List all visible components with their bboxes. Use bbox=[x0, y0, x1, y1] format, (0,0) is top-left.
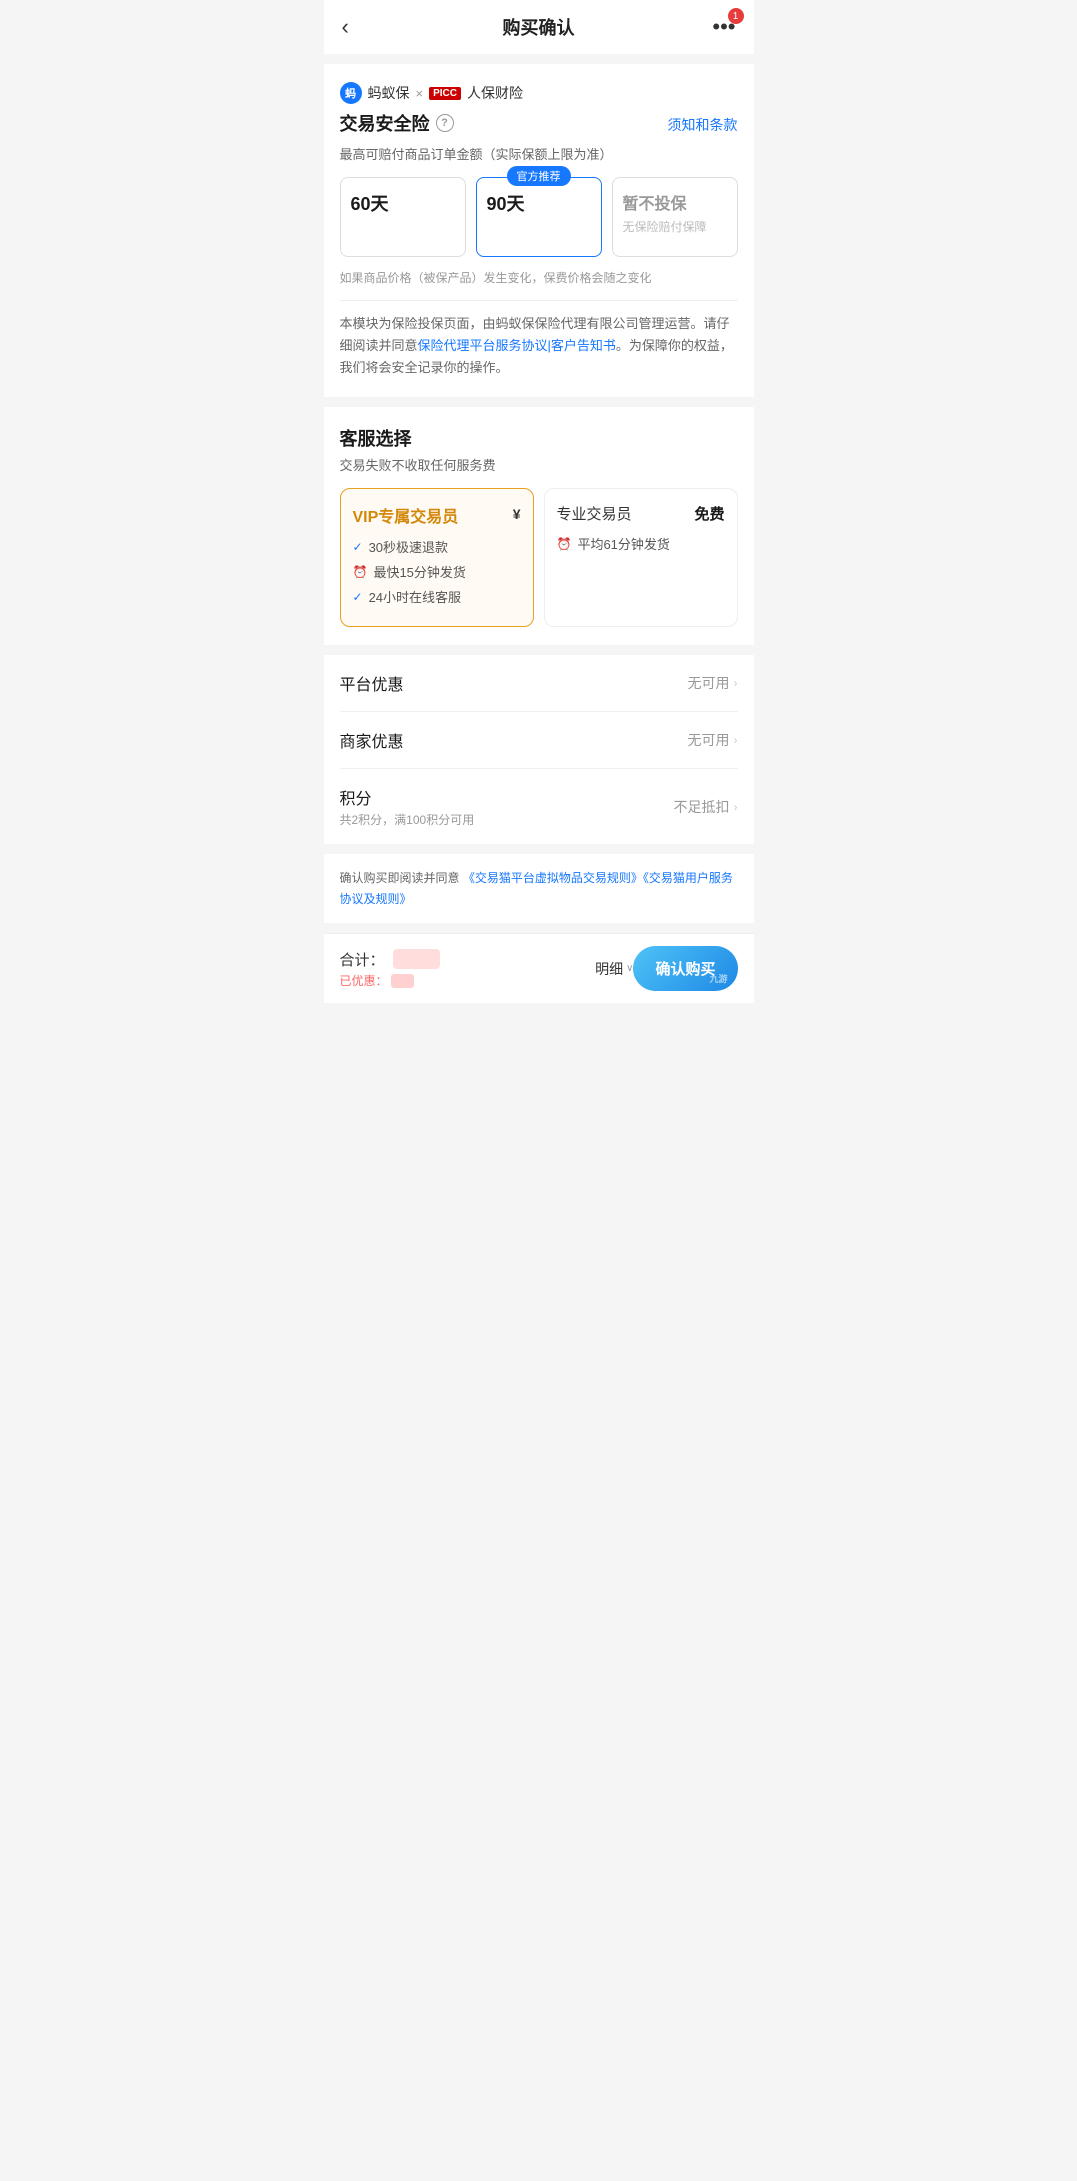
insurance-option-60[interactable]: 60天 bbox=[340, 177, 466, 257]
menu-button[interactable]: ••• 1 bbox=[712, 14, 735, 40]
question-icon[interactable]: ? bbox=[436, 114, 454, 132]
option-90-label: 90天 bbox=[487, 190, 591, 216]
picc-logo: PICC bbox=[429, 87, 461, 100]
points-label-group: 积分 共2积分，满100积分可用 bbox=[340, 785, 475, 828]
platform-discount-label: 平台优惠 bbox=[340, 671, 404, 695]
ant-logo: 蚂 bbox=[340, 82, 362, 104]
clock-icon-2: ⏰ bbox=[557, 537, 572, 551]
vip-feature-1: ✓ 30秒极速退款 bbox=[353, 537, 521, 556]
back-button[interactable]: ‹ bbox=[342, 14, 349, 40]
insurance-options: 60天 官方推荐 90天 暂不投保 无保险赔付保障 bbox=[340, 177, 738, 257]
confirm-purchase-button[interactable]: 确认购买 九游 bbox=[633, 946, 737, 991]
insurance-note: 如果商品价格（被保产品）发生变化，保费价格会随之变化 bbox=[340, 269, 738, 288]
cs-standard-card[interactable]: 专业交易员 免费 ⏰ 平均61分钟发货 bbox=[544, 488, 738, 627]
insurance-card: 蚂 蚂蚁保 × PICC 人保财险 交易安全险 ? 须知和条款 最高可赔付商品订… bbox=[324, 64, 754, 397]
platform-discount-value[interactable]: 无可用 › bbox=[688, 673, 738, 693]
cs-options: VIP专属交易员 ¥ ✓ 30秒极速退款 ⏰ 最快15分钟发货 ✓ 24小时在线… bbox=[340, 488, 738, 627]
cs-subtitle: 交易失败不收取任何服务费 bbox=[340, 455, 738, 474]
points-value[interactable]: 不足抵扣 › bbox=[674, 797, 738, 817]
vip-feature-2: ⏰ 最快15分钟发货 bbox=[353, 562, 521, 581]
terms-link-1[interactable]: 《交易猫平台虚拟物品交易规则》 bbox=[463, 871, 643, 885]
insurance-title-row: 交易安全险 ? 须知和条款 bbox=[340, 110, 738, 140]
partner-name: 人保财险 bbox=[467, 83, 523, 103]
footer-saving-row: 已优惠： bbox=[340, 972, 596, 989]
insurance-option-90[interactable]: 官方推荐 90天 bbox=[476, 177, 602, 257]
insurance-service-link[interactable]: 保险代理平台服务协议|客户告知书 bbox=[418, 338, 616, 353]
insurance-section-title: 交易安全险 ? bbox=[340, 110, 454, 136]
platform-discount-row: 平台优惠 无可用 › bbox=[340, 655, 738, 712]
check-icon-2: ✓ bbox=[353, 590, 363, 604]
standard-price-tag: 免费 bbox=[694, 503, 724, 524]
brand-separator: × bbox=[416, 86, 424, 101]
merchant-chevron-icon: › bbox=[734, 733, 738, 747]
points-chevron-icon: › bbox=[734, 800, 738, 814]
check-icon-1: ✓ bbox=[353, 540, 363, 554]
brand-name: 蚂蚁保 bbox=[368, 83, 410, 103]
insurance-desc: 本模块为保险投保页面，由蚂蚁保保险代理有限公司管理运营。请仔细阅读并同意保险代理… bbox=[340, 313, 738, 379]
vip-feature-3: ✓ 24小时在线客服 bbox=[353, 587, 521, 606]
terms-text: 确认购买即阅读并同意 《交易猫平台虚拟物品交易规则》《交易猫用户服务协议及规则》 bbox=[340, 868, 738, 909]
notification-badge: 1 bbox=[728, 8, 744, 24]
standard-feature-1: ⏰ 平均61分钟发货 bbox=[557, 534, 725, 553]
standard-label: 专业交易员 bbox=[557, 503, 632, 524]
total-extra bbox=[448, 952, 462, 967]
terms-link[interactable]: 须知和条款 bbox=[668, 115, 738, 135]
total-label: 合计： bbox=[340, 949, 385, 970]
cs-section-title: 客服选择 bbox=[340, 425, 738, 451]
cs-standard-header: 专业交易员 免费 bbox=[557, 503, 725, 524]
vip-label: VIP专属交易员 bbox=[353, 503, 459, 527]
insurance-subtitle: 最高可赔付商品订单金额（实际保额上限为准） bbox=[340, 144, 738, 163]
discount-card: 平台优惠 无可用 › 商家优惠 无可用 › 积分 共2积分，满100积分可用 不… bbox=[324, 655, 754, 844]
no-cover-sub: 无保险赔付保障 bbox=[623, 218, 727, 235]
terms-card: 确认购买即阅读并同意 《交易猫平台虚拟物品交易规则》《交易猫用户服务协议及规则》 bbox=[324, 854, 754, 923]
merchant-discount-value[interactable]: 无可用 › bbox=[688, 730, 738, 750]
merchant-discount-row: 商家优惠 无可用 › bbox=[340, 712, 738, 769]
customer-service-card: 客服选择 交易失败不收取任何服务费 VIP专属交易员 ¥ ✓ 30秒极速退款 ⏰… bbox=[324, 407, 754, 645]
brand-row: 蚂 蚂蚁保 × PICC 人保财险 bbox=[340, 82, 738, 104]
footer-detail-button[interactable]: 明细 ∨ bbox=[595, 959, 633, 979]
merchant-discount-label: 商家优惠 bbox=[340, 728, 404, 752]
recommended-badge: 官方推荐 bbox=[507, 166, 571, 186]
footer: 合计： 已优惠： 明细 ∨ 确认购买 九游 bbox=[324, 933, 754, 1003]
option-60-label: 60天 bbox=[351, 190, 455, 216]
insurance-option-no-cover[interactable]: 暂不投保 无保险赔付保障 bbox=[612, 177, 738, 257]
points-row: 积分 共2积分，满100积分可用 不足抵扣 › bbox=[340, 769, 738, 844]
header: ‹ 购买确认 ••• 1 bbox=[324, 0, 754, 54]
clock-icon-1: ⏰ bbox=[353, 565, 368, 579]
jiuyou-watermark: 九游 bbox=[709, 972, 727, 985]
no-cover-title: 暂不投保 bbox=[623, 190, 727, 214]
saving-value bbox=[391, 974, 414, 988]
page-title: 购买确认 bbox=[503, 14, 575, 40]
cs-vip-header: VIP专属交易员 ¥ bbox=[353, 503, 521, 527]
total-value bbox=[393, 949, 440, 969]
vip-price: ¥ bbox=[513, 506, 521, 524]
platform-chevron-icon: › bbox=[734, 676, 738, 690]
footer-left: 合计： 已优惠： bbox=[340, 949, 596, 989]
cs-vip-card[interactable]: VIP专属交易员 ¥ ✓ 30秒极速退款 ⏰ 最快15分钟发货 ✓ 24小时在线… bbox=[340, 488, 534, 627]
footer-total-row: 合计： bbox=[340, 949, 596, 970]
